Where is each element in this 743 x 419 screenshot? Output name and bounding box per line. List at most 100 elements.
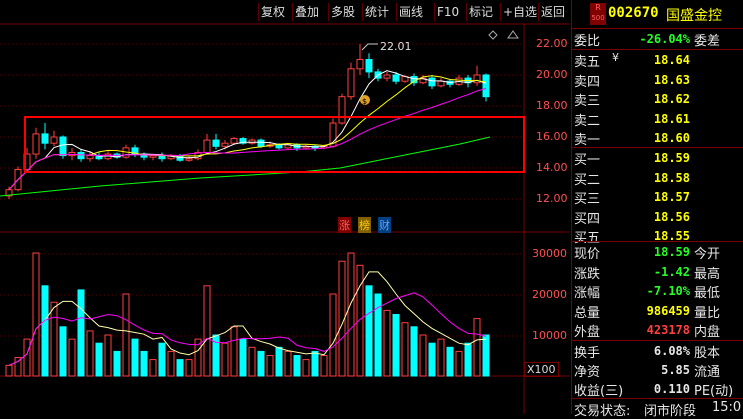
stock-code: 002670 [608, 5, 659, 21]
y-tick-22: 22.00 [536, 37, 568, 50]
ma20-line [8, 88, 487, 191]
volume-bar [131, 338, 139, 377]
stat2-value: 5.85 [661, 363, 690, 377]
volume-bar [284, 350, 292, 377]
stat-label2: 内盘 [694, 325, 721, 340]
candle [347, 68, 355, 98]
volume-bar [275, 346, 283, 377]
stat-label2: 最高 [694, 266, 721, 282]
candle [473, 74, 481, 84]
ask-price[interactable]: 18.62 [600, 92, 690, 106]
chart-canvas: $ [0, 23, 570, 414]
tag-bang[interactable]: 榜 [358, 217, 371, 233]
candle [356, 59, 364, 70]
diamond-icon [488, 30, 498, 40]
candle [257, 139, 265, 147]
candle [437, 80, 445, 87]
volume-bar [41, 285, 49, 377]
volume-bar [383, 309, 391, 377]
volume-bar [437, 338, 445, 377]
stat-value: -7.10% [646, 284, 690, 298]
stat-label: 涨跌 [574, 266, 601, 282]
candle [428, 77, 436, 87]
volume-bar [482, 334, 490, 377]
candle [32, 133, 40, 155]
stat-label: 总量 [574, 305, 601, 321]
bid-label: 买四 [574, 211, 601, 227]
y-tick-12: 12.00 [536, 192, 568, 205]
y-tick-18: 18.00 [536, 99, 568, 112]
candle [185, 158, 193, 161]
weibi-label: 委比 [574, 34, 601, 49]
stat-label: 外盘 [574, 325, 601, 340]
tag-zhang[interactable]: 涨 [338, 217, 351, 233]
ask-price[interactable]: 18.63 [600, 73, 690, 87]
ask-label: 卖三 [574, 94, 601, 109]
candle [383, 74, 391, 79]
ask-price[interactable]: 18.61 [600, 112, 690, 126]
volume-bar [149, 359, 157, 377]
ask-label: 卖五 [574, 55, 601, 70]
vol-tick-20000: 20000 [532, 288, 567, 301]
weicha-label: 委差 [694, 34, 721, 49]
volume-bar [347, 252, 355, 377]
stat-value: 986459 [646, 303, 690, 318]
ask-label: 卖四 [574, 74, 601, 90]
ma60-line [0, 136, 491, 197]
volume-bar [257, 350, 265, 377]
stat-label2: 最低 [694, 286, 721, 301]
candle [77, 152, 85, 160]
triangle-icon [507, 30, 519, 39]
high-price-label: 22.01 [380, 40, 412, 53]
candle [392, 74, 400, 82]
candle [221, 142, 229, 147]
weibi-value: -26.04% [639, 32, 690, 46]
candle [59, 136, 67, 157]
y-tick-14: 14.00 [536, 161, 568, 174]
candle [86, 155, 94, 160]
status-label: 交易状态: [574, 404, 631, 419]
ask-price[interactable]: 18.64 [600, 53, 690, 67]
svg-text:$: $ [362, 97, 367, 106]
volume-bar [176, 359, 184, 377]
ask-price[interactable]: 18.60 [600, 131, 690, 145]
candle [203, 139, 211, 154]
stat-label: 涨幅 [574, 286, 601, 301]
stat-value: -1.42 [653, 264, 690, 279]
stat2-value: 0.110 [653, 382, 690, 396]
volume-bar [23, 338, 31, 377]
volume-bar [320, 355, 328, 377]
tag-cai[interactable]: 财 [378, 217, 391, 233]
volume-bar [185, 359, 193, 377]
bid-price[interactable]: 18.59 [600, 151, 690, 165]
candle [338, 96, 346, 124]
volume-bar [401, 322, 409, 377]
volume-bar [473, 318, 481, 377]
bid-label: 买二 [574, 172, 601, 188]
volume-bar [77, 289, 85, 377]
ask-label: 卖二 [574, 113, 601, 129]
volume-bar [158, 342, 166, 377]
vol-tick-30000: 30000 [532, 247, 567, 260]
candle [275, 144, 283, 149]
candle [365, 59, 373, 73]
volume-bar [86, 330, 94, 377]
volume-bar [266, 355, 274, 377]
bid-price[interactable]: 18.56 [600, 210, 690, 224]
volume-bar [113, 350, 121, 377]
candle [482, 74, 490, 98]
stat-value: 18.59 [653, 245, 690, 259]
kline-chart-area[interactable]: 复权 叠加 多股 统计 画线 F10 标记 +自选 返回 $ 22.01 22.… [0, 0, 570, 414]
volume-bar [5, 364, 13, 377]
candle [230, 138, 238, 144]
bid-price[interactable]: 18.57 [600, 190, 690, 204]
volume-bar [248, 346, 256, 377]
volume-bar [293, 355, 301, 377]
volume-bar [464, 342, 472, 377]
status-value: 闭市阶段 [644, 404, 697, 419]
bid-price[interactable]: 18.58 [600, 171, 690, 185]
candle [212, 139, 220, 147]
stat2-label2: 流通 [694, 365, 721, 380]
candle [149, 155, 157, 158]
vol-tick-10000: 10000 [532, 329, 567, 342]
